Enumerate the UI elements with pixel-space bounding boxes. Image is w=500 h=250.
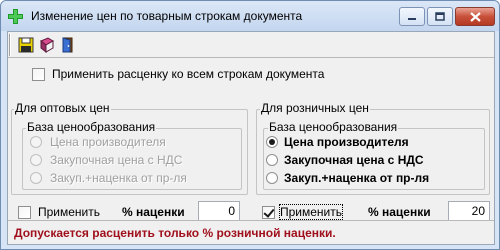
book-icon <box>40 37 54 53</box>
retail-apply-label: Применить <box>278 204 344 220</box>
minimize-icon <box>408 17 416 20</box>
wholesale-option-label: Закупочная цена с НДС <box>50 153 183 167</box>
status-bar: Допускается расценить только % розничной… <box>8 220 494 244</box>
retail-option-label: Закуп.+наценка от пр-ля <box>284 171 430 185</box>
wholesale-radio-purchase-markup[interactable] <box>30 172 42 184</box>
close-button[interactable] <box>455 7 495 26</box>
close-icon <box>469 11 481 22</box>
dialog-window: Изменение цен по товарным строкам докуме… <box>0 0 500 250</box>
book-button[interactable] <box>37 35 57 55</box>
retail-apply-checkbox[interactable] <box>262 206 275 219</box>
apply-all-rows-checkbox[interactable] <box>32 68 45 81</box>
maximize-button[interactable] <box>427 7 453 26</box>
retail-radio-purchase-markup[interactable] <box>266 172 278 184</box>
wholesale-option-label: Закуп.+наценка от пр-ля <box>50 171 187 185</box>
apply-all-rows-label: Применить расценку ко всем строкам докум… <box>52 67 325 81</box>
retail-base-title: База ценообразования <box>268 120 399 134</box>
wholesale-base-title: База ценообразования <box>26 120 157 134</box>
retail-radio-purchase-vat[interactable] <box>266 154 278 166</box>
save-icon <box>18 37 34 53</box>
exit-door-icon <box>62 37 73 53</box>
toolbar-grip <box>9 34 11 56</box>
window-title: Изменение цен по товарным строкам докуме… <box>31 9 303 23</box>
retail-markup-input[interactable]: 20 <box>448 201 490 221</box>
status-message: Допускается расценить только % розничной… <box>14 226 336 240</box>
wholesale-apply-label: Применить <box>38 205 101 219</box>
wholesale-markup-input[interactable]: 0 <box>198 201 240 221</box>
dialog-client-area: Применить расценку ко всем строкам докум… <box>7 31 495 245</box>
toolbar <box>8 32 494 58</box>
retail-option-label: Закупочная цена с НДС <box>284 153 424 167</box>
wholesale-apply-checkbox[interactable] <box>18 206 31 219</box>
wholesale-radio-manufacturer[interactable] <box>30 136 42 148</box>
wholesale-radio-purchase-vat[interactable] <box>30 154 42 166</box>
wholesale-group-title: Для оптовых цен <box>14 101 111 115</box>
retail-markup-label: % наценки <box>368 205 431 219</box>
retail-option-label: Цена производителя <box>284 135 409 149</box>
minimize-button[interactable] <box>399 7 425 26</box>
retail-group-title: Для розничных цен <box>260 101 370 115</box>
maximize-icon <box>435 12 445 21</box>
save-button[interactable] <box>16 35 36 55</box>
retail-radio-manufacturer[interactable] <box>266 136 278 148</box>
green-cross-icon <box>8 9 23 24</box>
title-bar[interactable]: Изменение цен по товарным строкам докуме… <box>1 1 499 31</box>
wholesale-option-label: Цена производителя <box>50 135 166 149</box>
exit-button[interactable] <box>58 35 78 55</box>
wholesale-markup-label: % наценки <box>122 205 185 219</box>
